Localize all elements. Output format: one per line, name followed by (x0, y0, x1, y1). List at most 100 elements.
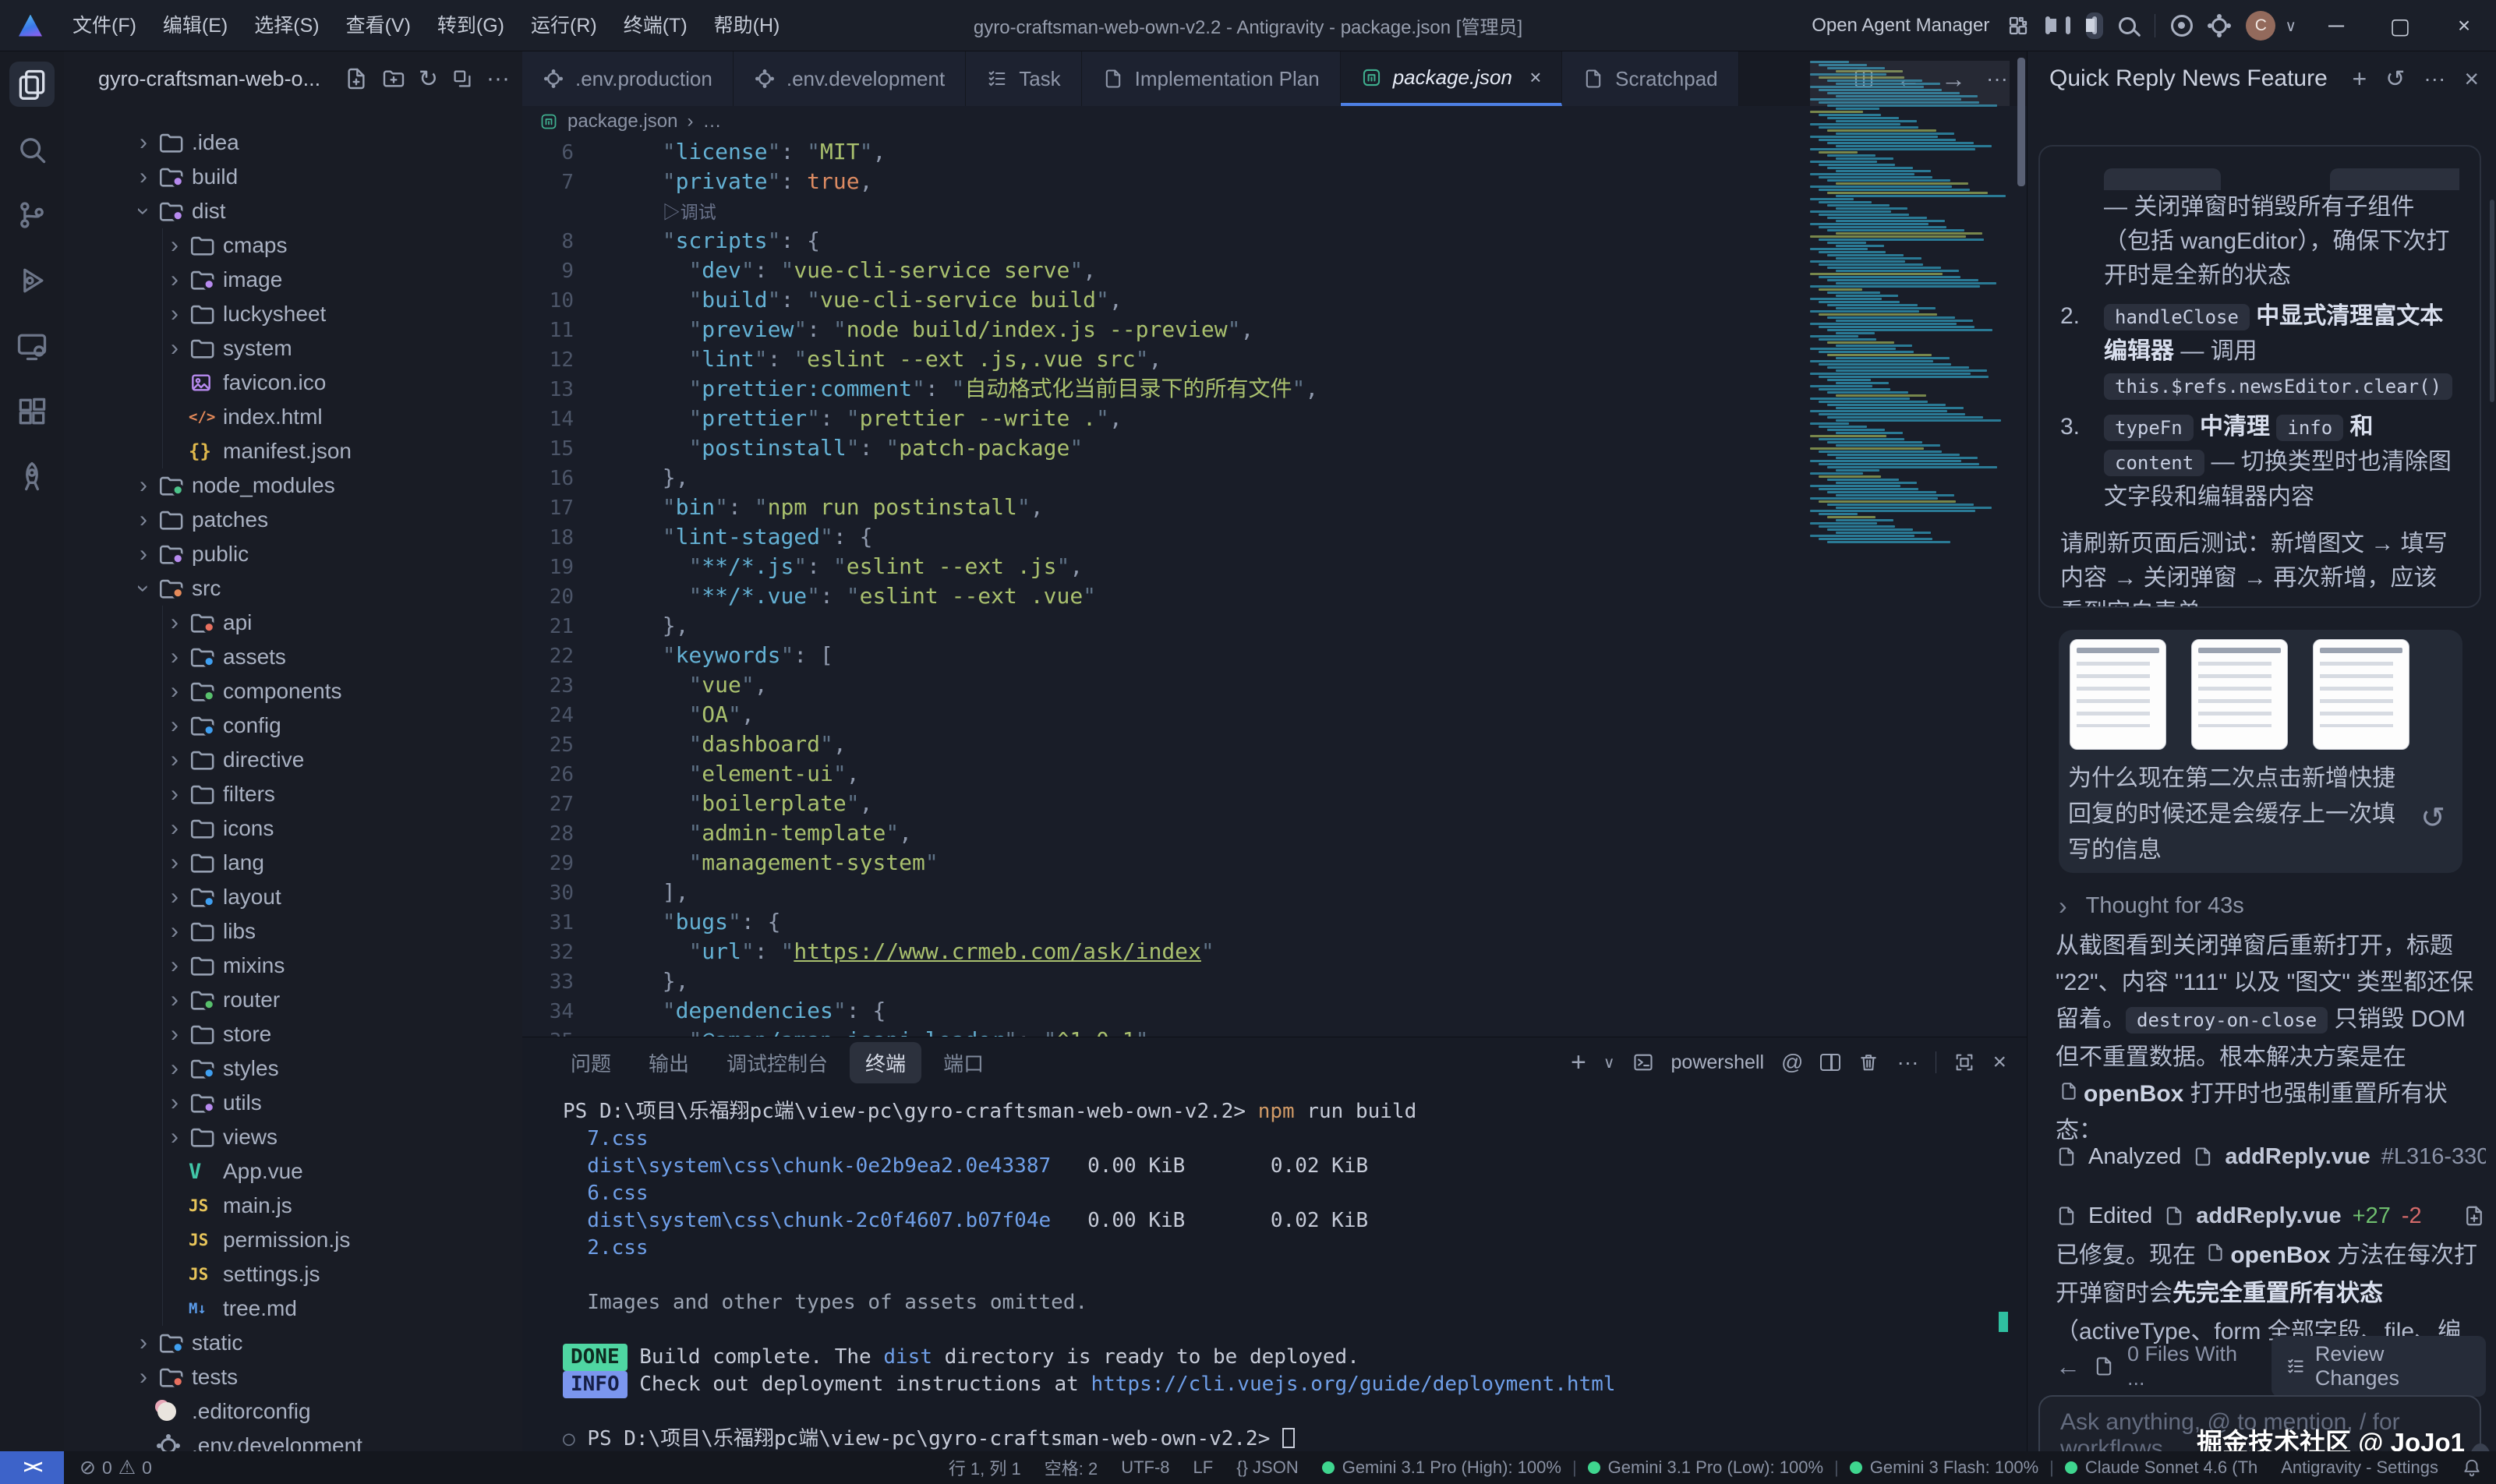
code-line-22[interactable]: 22 "keywords": [ (522, 641, 2027, 670)
inline-code[interactable]: typeFn (2104, 415, 2194, 441)
tree-item-favicon.ico[interactable]: favicon.ico (64, 366, 522, 400)
tree-item-tree.md[interactable]: M↓tree.md (64, 1291, 522, 1326)
tree-item-.editorconfig[interactable]: .editorconfig (64, 1394, 522, 1429)
tree-item-views[interactable]: ›views (64, 1120, 522, 1154)
screenshot-thumbnail[interactable] (2313, 639, 2409, 750)
code-line-25[interactable]: 25 "dashboard", (522, 730, 2027, 759)
activity-search-icon[interactable] (0, 117, 64, 182)
review-changes-button[interactable]: Review Changes (2272, 1336, 2486, 1397)
tree-item-libs[interactable]: ›libs (64, 914, 522, 949)
screenshot-thumbnail[interactable] (2191, 639, 2288, 750)
more-actions-icon[interactable]: ··· (486, 65, 510, 92)
code-line-6[interactable]: 6 "license": "MIT", (522, 137, 2027, 167)
tree-item-cmaps[interactable]: ›cmaps (64, 228, 522, 263)
open-agent-manager-button[interactable]: Open Agent Manager (1812, 15, 1989, 37)
tree-item-config[interactable]: ›config (64, 708, 522, 743)
tab-Task[interactable]: Task (966, 51, 1081, 106)
search-icon[interactable] (2119, 17, 2136, 34)
tree-item-luckysheet[interactable]: ›luckysheet (64, 297, 522, 331)
terminal-dropdown-icon[interactable]: ∨ (1603, 1053, 1615, 1072)
tree-item-dist[interactable]: ›dist (64, 194, 522, 228)
tree-item-filters[interactable]: ›filters (64, 777, 522, 811)
file-reference[interactable]: openBox (2202, 1242, 2330, 1268)
inline-code[interactable]: info (2276, 415, 2343, 441)
inline-code[interactable]: handleClose (2104, 304, 2250, 330)
tool-call-analyzed[interactable]: Analyzed addReply.vue #L316-330 (2056, 1136, 2486, 1177)
code-line-24[interactable]: 24 "OA", (522, 700, 2027, 730)
tree-item-src[interactable]: ›src (64, 571, 522, 606)
back-arrow-icon[interactable]: ← (2056, 1352, 2081, 1381)
agent-manager-grid-icon[interactable] (2006, 14, 2030, 37)
code-editor[interactable]: 6 "license": "MIT",7 "private": true, ▷调… (522, 137, 2027, 1037)
activity-scm-icon[interactable] (0, 182, 64, 248)
tab-Scratchpad[interactable]: Scratchpad (1562, 51, 1739, 106)
tree-item-App.vue[interactable]: VApp.vue (64, 1154, 522, 1189)
code-line-15[interactable]: 15 "postinstall": "patch-package" (522, 433, 2027, 463)
menu-选择S[interactable]: 选择(S) (241, 0, 332, 51)
tab-.env.development[interactable]: .env.development (734, 51, 966, 106)
tree-item-directive[interactable]: ›directive (64, 743, 522, 777)
code-line-13[interactable]: 13 "prettier:comment": "自动格式化当前目录下的所有文件"… (522, 374, 2027, 404)
problems-indicator[interactable]: ⊘ 0 ⚠ 0 (64, 1456, 152, 1479)
code-line-35[interactable]: 35 "@amap/amap-jsapi-loader": "^1.0.1", (522, 1026, 2027, 1037)
new-conversation-icon[interactable]: + (2353, 65, 2367, 94)
toggle-left-panel-button[interactable] (2045, 19, 2050, 33)
tree-item-build[interactable]: ›build (64, 160, 522, 194)
activity-files-icon[interactable] (0, 51, 64, 117)
new-terminal-icon[interactable]: + (1571, 1048, 1586, 1078)
toggle-right-panel-button[interactable] (2086, 12, 2103, 39)
kill-terminal-icon[interactable] (1858, 1051, 1879, 1073)
breadcrumb-more[interactable]: … (702, 111, 721, 132)
tree-item-image[interactable]: ›image (64, 263, 522, 297)
explorer-project-title[interactable]: gyro-craftsman-web-o... (98, 67, 320, 91)
remote-indicator[interactable]: >< (0, 1451, 64, 1484)
editor-scrollbar[interactable] (2017, 58, 2025, 186)
tree-item-.env.development[interactable]: .env.development (64, 1429, 522, 1451)
code-line-21[interactable]: 21 }, (522, 611, 2027, 641)
model-quota[interactable]: Claude Sonnet 4.6 (Th (2065, 1458, 2257, 1478)
panel-scrollbar[interactable] (2490, 200, 2494, 402)
code-line-14[interactable]: 14 "prettier": "prettier --write .", (522, 404, 2027, 433)
tree-item-router[interactable]: ›router (64, 983, 522, 1017)
history-icon[interactable]: ↺ (2385, 65, 2405, 93)
panel-tab-调试控制台[interactable]: 调试控制台 (711, 1042, 843, 1083)
code-line-17[interactable]: 17 "bin": "npm run postinstall", (522, 493, 2027, 522)
code-line-31[interactable]: 31 "bugs": { (522, 907, 2027, 937)
breadcrumb-file[interactable]: package.json (567, 111, 677, 132)
panel-tab-问题[interactable]: 问题 (555, 1042, 627, 1083)
tree-item-index.html[interactable]: </>index.html (64, 400, 522, 434)
tree-item-main.js[interactable]: JSmain.js (64, 1189, 522, 1223)
language-mode[interactable]: {} JSON (1236, 1458, 1298, 1478)
tree-item-.idea[interactable]: ›.idea (64, 125, 522, 160)
cursor-position[interactable]: 行 1, 列 1 (949, 1455, 1021, 1480)
encoding[interactable]: UTF-8 (1121, 1458, 1169, 1478)
tree-item-node_modules[interactable]: ›node_modules (64, 468, 522, 503)
model-quota[interactable]: Gemini 3.1 Pro (Low): 100% (1588, 1458, 1823, 1478)
settings-link[interactable]: Antigravity - Settings (2281, 1458, 2438, 1478)
split-terminal-icon[interactable] (1820, 1054, 1840, 1071)
tree-item-lang[interactable]: ›lang (64, 846, 522, 880)
tree-item-api[interactable]: ›api (64, 606, 522, 640)
inline-code[interactable]: destroy-on-close (2126, 1007, 2328, 1034)
activity-ext-icon[interactable] (0, 379, 64, 444)
code-line-26[interactable]: 26 "element-ui", (522, 759, 2027, 789)
minimize-button[interactable]: ─ (2312, 0, 2360, 51)
refresh-icon[interactable]: ↻ (419, 65, 438, 93)
code-line-7[interactable]: 7 "private": true, (522, 167, 2027, 196)
tool-call-edited[interactable]: Edited addReply.vue +27 -2 (2056, 1196, 2486, 1236)
screenshot-thumbnail[interactable] (2070, 639, 2166, 750)
menu-转到G[interactable]: 转到(G) (424, 0, 518, 51)
new-file-icon[interactable] (344, 66, 369, 91)
model-quota[interactable]: Gemini 3.1 Pro (High): 100% (1322, 1458, 1561, 1478)
menu-帮助H[interactable]: 帮助(H) (701, 0, 794, 51)
close-button[interactable]: × (2440, 0, 2488, 51)
close-tab-icon[interactable]: × (1529, 65, 1541, 90)
bell-icon[interactable] (2462, 1458, 2482, 1478)
conversation-title[interactable]: Quick Reply News Feature (2049, 65, 2328, 92)
panel-tab-终端[interactable]: 终端 (850, 1042, 921, 1083)
tree-item-utils[interactable]: ›utils (64, 1086, 522, 1120)
open-diff-icon[interactable] (2462, 1204, 2486, 1228)
code-line-12[interactable]: 12 "lint": "eslint --ext .js,.vue src", (522, 344, 2027, 374)
tree-item-mixins[interactable]: ›mixins (64, 949, 522, 983)
code-line-11[interactable]: 11 "preview": "node build/index.js --pre… (522, 315, 2027, 344)
